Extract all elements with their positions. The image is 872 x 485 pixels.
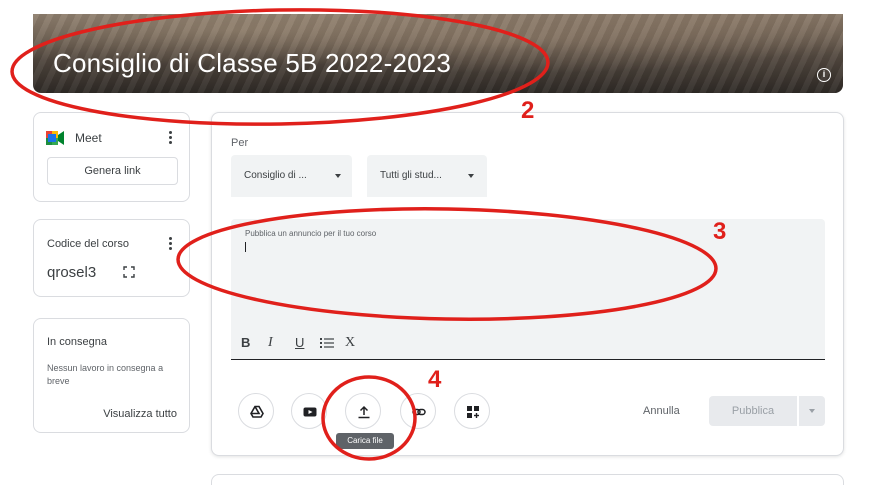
chevron-down-icon	[468, 174, 474, 178]
course-code-value: qrosel3	[47, 264, 97, 281]
students-select-value: Tutti gli stud...	[380, 170, 442, 181]
annotation-number-3: 3	[713, 218, 727, 245]
class-select-value: Consiglio di ...	[244, 170, 307, 181]
create-button[interactable]	[454, 393, 490, 429]
upcoming-card: In consegna Nessun lavoro in consegna a …	[33, 318, 190, 433]
create-icon	[467, 406, 479, 418]
editor-placeholder: Pubblica un annuncio per il tuo corso	[245, 229, 377, 238]
meet-logo-icon	[46, 131, 64, 145]
drive-icon	[250, 405, 264, 418]
announcement-composer: Per Consiglio di ... Tutti gli stud... P…	[211, 112, 844, 456]
course-code-card: Codice del corso qrosel3	[33, 219, 190, 297]
generate-link-button[interactable]: Genera link	[47, 157, 178, 185]
announcement-editor[interactable]: Pubblica un annuncio per il tuo corso B …	[231, 219, 825, 360]
annotation-number-4: 4	[428, 366, 442, 393]
link-icon	[412, 408, 426, 416]
meet-more-icon[interactable]	[169, 131, 173, 146]
course-code-more-icon[interactable]	[169, 237, 173, 252]
youtube-button[interactable]	[291, 393, 327, 429]
course-code-label: Codice del corso	[47, 238, 129, 250]
chevron-down-icon	[335, 174, 341, 178]
italic-button[interactable]: I	[268, 335, 273, 351]
students-select[interactable]: Tutti gli stud...	[367, 155, 487, 197]
class-banner: Consiglio di Classe 5B 2022-2023 i	[33, 14, 843, 93]
bold-button[interactable]: B	[241, 335, 250, 350]
upload-button[interactable]	[345, 393, 381, 429]
info-icon[interactable]: i	[817, 68, 831, 82]
bulleted-list-icon[interactable]	[320, 337, 334, 349]
youtube-icon	[303, 407, 317, 417]
publish-options-button[interactable]	[799, 396, 825, 426]
drive-button[interactable]	[238, 393, 274, 429]
underline-button[interactable]: U	[295, 335, 304, 350]
annotation-number-2: 2	[521, 97, 535, 124]
link-button[interactable]	[400, 393, 436, 429]
stream-post-card	[211, 474, 844, 485]
chevron-down-icon	[809, 409, 815, 413]
cancel-button[interactable]: Annulla	[643, 405, 680, 417]
fullscreen-icon[interactable]	[123, 266, 135, 278]
meet-label: Meet	[75, 131, 102, 145]
class-title: Consiglio di Classe 5B 2022-2023	[53, 48, 452, 78]
text-cursor	[245, 242, 246, 252]
clear-format-button[interactable]: X	[345, 335, 355, 351]
upload-tooltip: Carica file	[336, 433, 394, 449]
upcoming-empty-text: Nessun lavoro in consegna a breve	[47, 363, 164, 386]
for-label: Per	[231, 137, 249, 149]
class-select[interactable]: Consiglio di ...	[231, 155, 352, 197]
publish-button[interactable]: Pubblica	[709, 396, 797, 426]
meet-card: Meet Genera link	[33, 112, 190, 202]
upload-icon	[358, 405, 370, 419]
upcoming-title: In consegna	[47, 336, 107, 348]
view-all-link[interactable]: Visualizza tutto	[103, 408, 177, 420]
